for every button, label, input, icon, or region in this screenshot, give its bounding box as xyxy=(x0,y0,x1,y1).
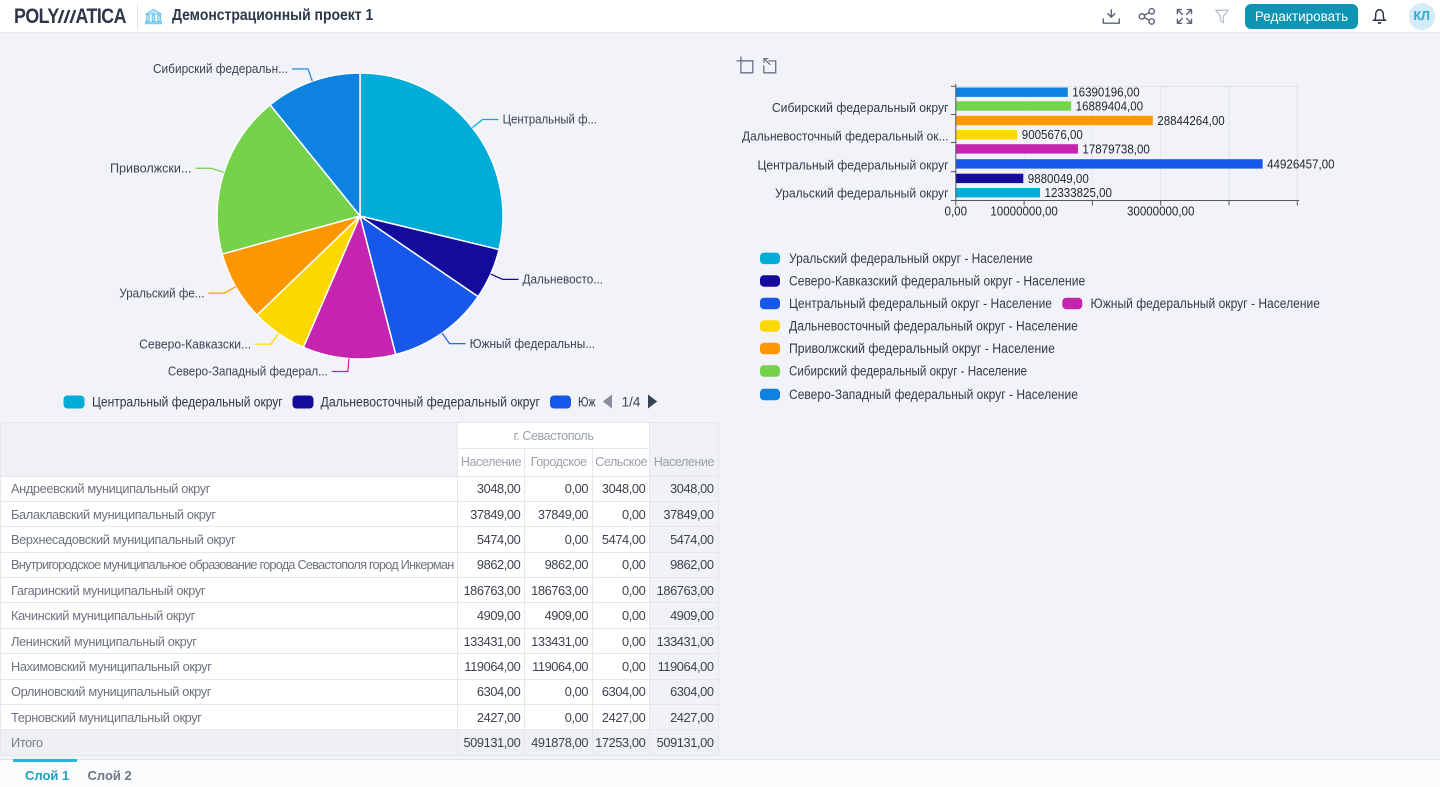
svg-text:Северо-Кавказски...: Северо-Кавказски... xyxy=(139,336,251,351)
svg-text:1/4: 1/4 xyxy=(622,395,641,410)
svg-text:Уральский федеральный округ -: Уральский федеральный округ - Население xyxy=(789,251,1033,266)
svg-text:17879738,00: 17879738,00 xyxy=(1082,141,1149,156)
svg-text:Дальневосточный федеральный ок: Дальневосточный федеральный округ xyxy=(321,395,541,410)
svg-text:Южный федеральный округ - Насе: Южный федеральный округ - Население xyxy=(1091,296,1321,311)
svg-text:Центральный федеральный округ: Центральный федеральный округ - Населени… xyxy=(789,296,1052,311)
svg-text:0,00: 0,00 xyxy=(945,205,968,219)
svg-text:44926457,00: 44926457,00 xyxy=(1267,156,1334,171)
svg-text:Сибирский федеральный округ -: Сибирский федеральный округ - Население xyxy=(789,364,1027,379)
svg-text:Сибирский федеральн...: Сибирский федеральн... xyxy=(153,61,288,76)
svg-text:30000000,00: 30000000,00 xyxy=(1127,205,1194,219)
svg-text:Центральный федеральный округ: Центральный федеральный округ xyxy=(758,157,949,172)
svg-text:Дальневосточный федеральный ок: Дальневосточный федеральный ок... xyxy=(742,129,949,144)
svg-text:Уральский фе...: Уральский фе... xyxy=(119,285,204,300)
svg-text:28844264,00: 28844264,00 xyxy=(1157,113,1224,128)
svg-text:Уральский федеральный округ: Уральский федеральный округ xyxy=(775,185,949,200)
svg-text:9005676,00: 9005676,00 xyxy=(1022,127,1083,142)
svg-text:16390196,00: 16390196,00 xyxy=(1072,85,1139,100)
svg-text:Центральный федеральный округ: Центральный федеральный округ xyxy=(92,395,283,410)
svg-text:Юж: Юж xyxy=(578,395,596,410)
svg-text:Северо-Западный федерал...: Северо-Западный федерал... xyxy=(168,364,328,379)
svg-text:Дальневосточный федеральный ок: Дальневосточный федеральный округ - Насе… xyxy=(789,319,1078,334)
svg-text:Дальневосто...: Дальневосто... xyxy=(523,272,604,287)
svg-text:9880049,00: 9880049,00 xyxy=(1028,171,1089,186)
svg-text:12333825,00: 12333825,00 xyxy=(1045,185,1112,200)
svg-text:10000000,00: 10000000,00 xyxy=(990,205,1057,219)
svg-text:16889404,00: 16889404,00 xyxy=(1076,98,1143,113)
svg-text:Приволжский федеральный округ: Приволжский федеральный округ - Населени… xyxy=(789,341,1055,356)
svg-text:Южный федеральны...: Южный федеральны... xyxy=(470,336,595,351)
svg-text:Центральный ф...: Центральный ф... xyxy=(503,112,597,127)
svg-text:Приволжски...: Приволжски... xyxy=(110,160,192,175)
svg-text:Северо-Кавказский федеральный: Северо-Кавказский федеральный округ - На… xyxy=(789,274,1085,289)
svg-text:Сибирский федеральный округ: Сибирский федеральный округ xyxy=(772,100,949,115)
svg-text:Северо-Западный федеральный ок: Северо-Западный федеральный округ - Насе… xyxy=(789,387,1078,402)
